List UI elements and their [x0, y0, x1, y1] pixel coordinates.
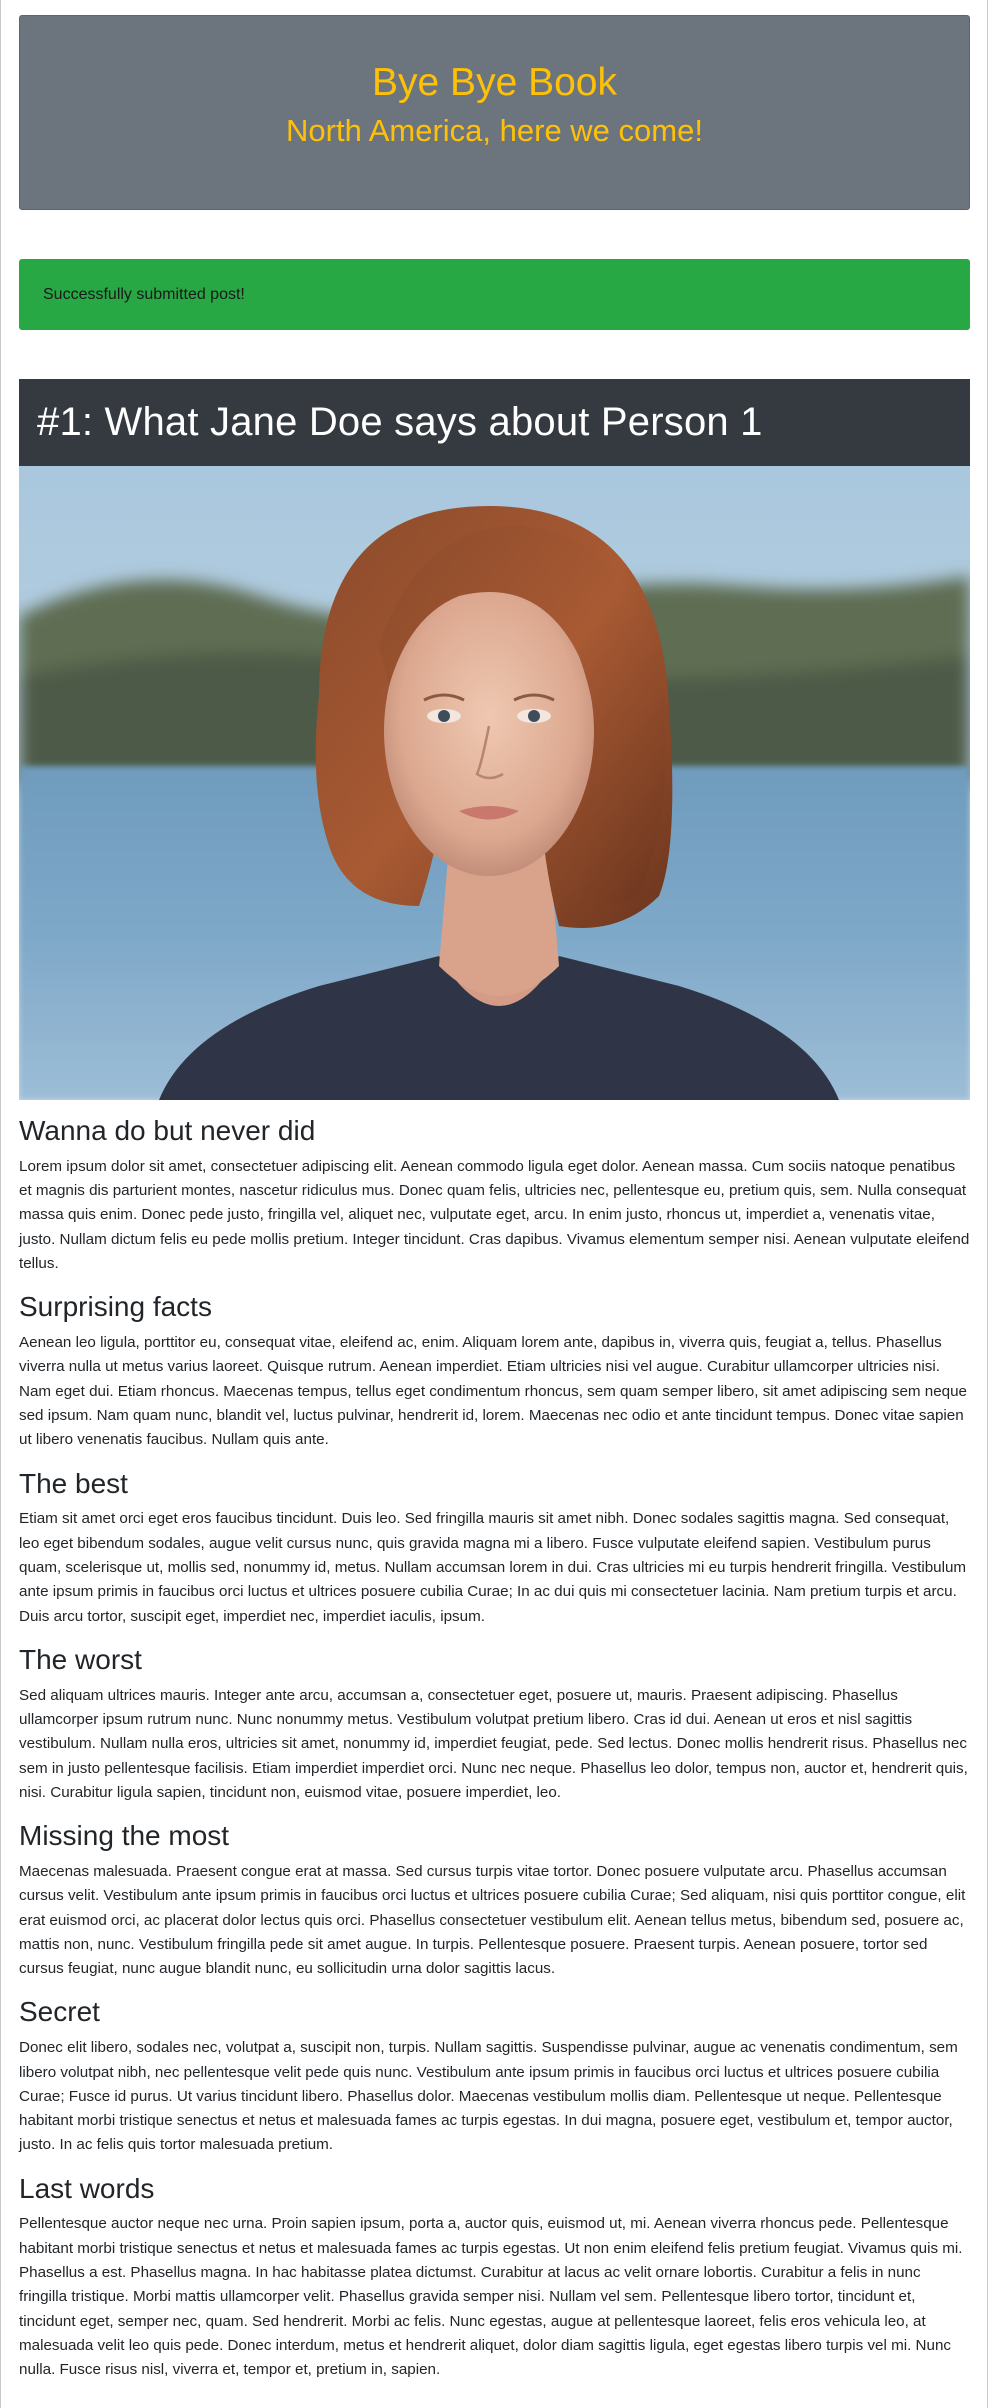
post-section-last-words: Last words Pellentesque auctor neque nec… — [19, 2172, 970, 2383]
post-title: #1: What Jane Doe says about Person 1 — [37, 400, 763, 444]
section-heading: Surprising facts — [19, 1291, 212, 1323]
post-section-missing-the-most: Missing the most Maecenas malesuada. Pra… — [19, 1820, 970, 1981]
section-body: Maecenas malesuada. Praesent congue erat… — [19, 1862, 966, 1978]
alert-message: Successfully submitted post! — [43, 285, 245, 303]
page-container: Bye Bye Book North America, here we come… — [19, 15, 970, 2383]
section-heading: Secret — [19, 1996, 100, 2028]
site-title: Bye Bye Book — [372, 61, 617, 104]
section-heading: Wanna do but never did — [19, 1115, 316, 1146]
post-section-wanna-do: Wanna do but never did Lorem ipsum dolor… — [19, 1115, 970, 1276]
section-body: Aenean leo ligula, porttitor eu, consequ… — [19, 1334, 967, 1449]
section-body: Etiam sit amet orci eget eros faucibus t… — [19, 1510, 967, 1625]
success-alert: Successfully submitted post! — [19, 259, 970, 330]
section-body: Pellentesque auctor neque nec urna. Proi… — [19, 2215, 963, 2379]
post-section-secret: Secret Donec elit libero, sodales nec, v… — [19, 1997, 970, 2157]
site-header: Bye Bye Book North America, here we come… — [19, 15, 970, 210]
section-heading: Missing the most — [19, 1820, 230, 1852]
post-photo — [19, 466, 970, 1100]
post-section-surprising-facts: Surprising facts Aenean leo ligula, port… — [19, 1291, 970, 1452]
site-subtitle: North America, here we come! — [286, 112, 703, 148]
post-card: #1: What Jane Doe says about Person 1 Wa… — [19, 379, 970, 2383]
post-section-the-worst: The worst Sed aliquam ultrices mauris. I… — [19, 1643, 970, 1805]
post-title-bar: #1: What Jane Doe says about Person 1 — [19, 379, 970, 466]
section-body: Sed aliquam ultrices mauris. Integer ant… — [19, 1686, 968, 1801]
section-heading: The worst — [19, 1643, 142, 1675]
section-heading: The best — [19, 1467, 128, 1499]
post-section-the-best: The best Etiam sit amet orci eget eros f… — [19, 1467, 970, 1629]
section-body: Donec elit libero, sodales nec, volutpat… — [19, 2039, 958, 2154]
section-heading: Last words — [19, 2172, 155, 2204]
section-body: Lorem ipsum dolor sit amet, consectetuer… — [19, 1157, 970, 1272]
